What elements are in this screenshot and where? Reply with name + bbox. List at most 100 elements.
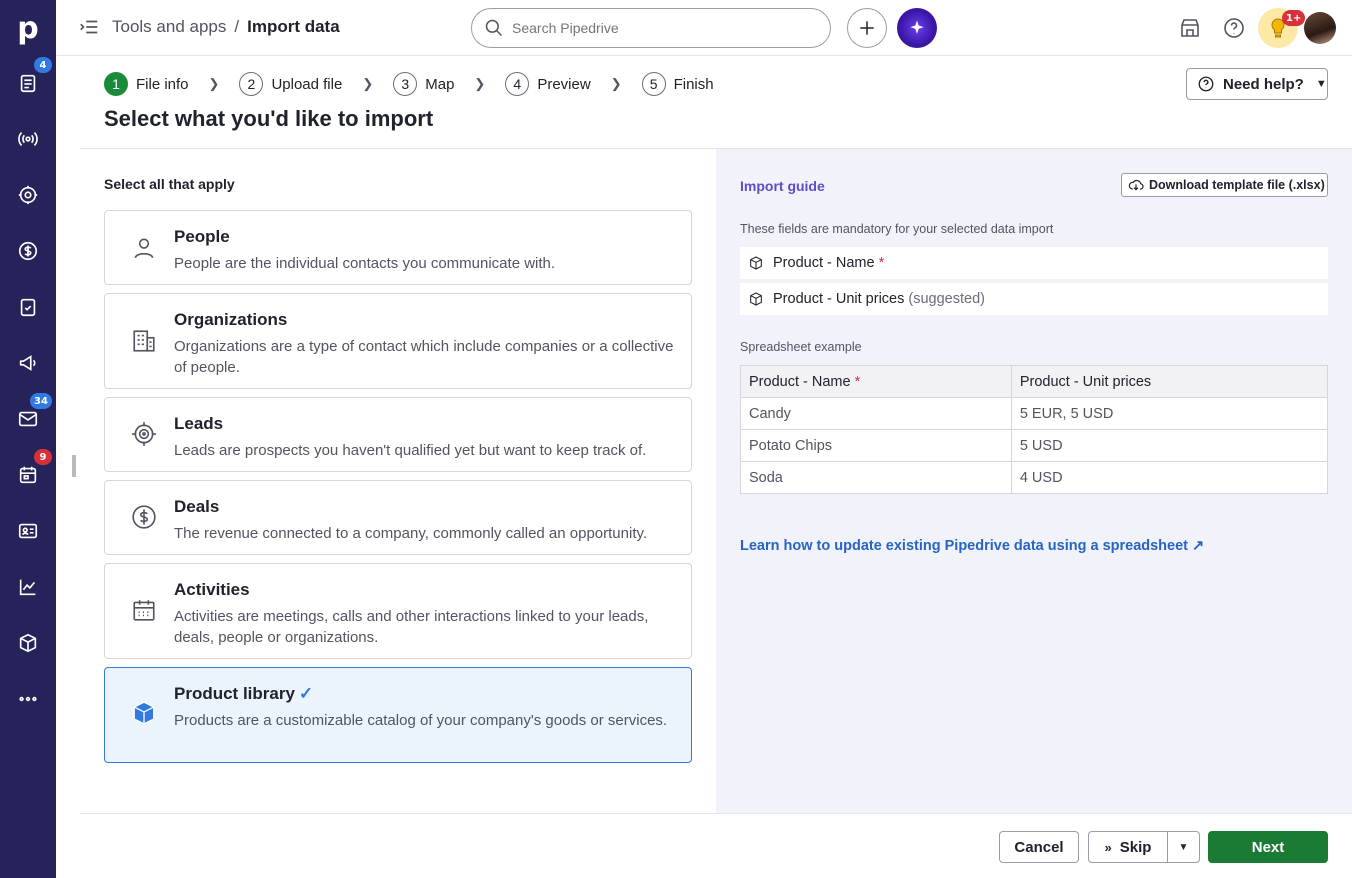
wizard-footer: Cancel » Skip ▼ Next — [80, 813, 1352, 878]
step-number: 5 — [641, 72, 666, 96]
activities-nav[interactable] — [0, 287, 56, 327]
mail-nav[interactable]: 34 — [0, 393, 56, 439]
person-icon — [131, 235, 157, 261]
deals-nav[interactable] — [0, 231, 56, 271]
step-number: 3 — [393, 72, 418, 96]
ai-assistant-button[interactable] — [897, 8, 937, 48]
option-description: Organizations are a type of contact whic… — [174, 338, 674, 376]
option-people[interactable]: People People are the individual contact… — [104, 210, 692, 285]
option-organizations[interactable]: Organizations Organizations are a type o… — [104, 293, 692, 389]
chevron-right-icon: ❯ — [362, 76, 374, 91]
contact-card-icon — [18, 523, 38, 539]
field-note: (suggested) — [908, 291, 985, 307]
step-number: 4 — [505, 72, 530, 96]
calendar-nav[interactable]: 9 — [0, 449, 56, 495]
dollar-icon — [131, 504, 157, 530]
more-nav[interactable] — [0, 679, 56, 719]
field-name: Product - Unit prices — [773, 291, 905, 307]
option-deals[interactable]: Deals The revenue connected to a company… — [104, 480, 692, 555]
campaigns-nav[interactable] — [0, 343, 56, 383]
required-mark: * — [854, 373, 861, 390]
table-cell: Potato Chips — [740, 429, 1012, 462]
insights-nav[interactable] — [0, 567, 56, 607]
sparkle-icon — [910, 20, 924, 34]
option-description: The revenue connected to a company, comm… — [174, 525, 648, 542]
import-guide-title: Import guide — [740, 178, 825, 194]
mandatory-field-row: Product - Name * — [740, 247, 1328, 279]
mandatory-field-row: Product - Unit prices (suggested) — [740, 283, 1328, 315]
step-label: Upload file — [271, 75, 343, 93]
cancel-button[interactable]: Cancel — [999, 831, 1079, 863]
clipboard-list-icon — [20, 74, 36, 93]
table-row: Soda 4 USD — [740, 461, 1329, 494]
option-description: People are the individual contacts you c… — [174, 255, 556, 272]
option-activities[interactable]: Activities Activities are meetings, call… — [104, 563, 692, 659]
step-map: 3 Map — [393, 72, 454, 96]
step-upload-file: 2 Upload file — [239, 72, 342, 96]
deals-list-nav[interactable]: 4 — [0, 57, 56, 103]
skip-dropdown-button[interactable]: ▼ — [1167, 831, 1200, 863]
table-row: Candy 5 EUR, 5 USD — [740, 397, 1329, 430]
column-header: Product - Name * — [740, 365, 1012, 398]
mandatory-fields-label: These fields are mandatory for your sele… — [740, 222, 1054, 236]
contacts-nav[interactable] — [0, 511, 56, 551]
step-label: Preview — [537, 75, 591, 93]
learn-more-link[interactable]: Learn how to update existing Pipedrive d… — [740, 538, 1204, 554]
next-button[interactable]: Next — [1208, 831, 1328, 863]
products-nav[interactable] — [0, 623, 56, 663]
required-mark: * — [878, 255, 885, 271]
tips-button[interactable]: 1+ — [1258, 8, 1306, 48]
leads-inbox-nav[interactable] — [0, 119, 56, 159]
search-icon — [485, 19, 503, 37]
calendar-icon — [131, 597, 157, 623]
box-icon — [19, 633, 37, 653]
step-label: Map — [425, 75, 455, 93]
option-title: People — [174, 227, 230, 246]
search-input[interactable] — [512, 20, 812, 36]
target-icon — [131, 421, 157, 447]
breadcrumb-current: Import data — [247, 17, 340, 36]
top-bar: Tools and apps / Import data 1+ — [56, 0, 1352, 56]
deals-badge: 4 — [34, 57, 52, 73]
plus-icon — [860, 21, 874, 35]
import-stepper: 1 File info ❯ 2 Upload file ❯ 3 Map ❯ 4 … — [104, 72, 714, 96]
download-template-button[interactable]: Download template file (.xlsx) — [1121, 173, 1328, 197]
table-cell: 5 EUR, 5 USD — [1010, 397, 1329, 430]
need-help-button[interactable]: Need help? ▼ — [1186, 68, 1328, 100]
marketplace-button[interactable] — [1178, 16, 1202, 40]
dollar-icon — [18, 241, 38, 261]
option-product-library[interactable]: Product library ✓ Products are a customiz… — [104, 667, 692, 763]
clipboard-check-icon — [20, 298, 36, 317]
table-cell: 5 USD — [1010, 429, 1329, 462]
option-leads[interactable]: Leads Leads are prospects you haven't qu… — [104, 397, 692, 472]
chevron-right-icon: ❯ — [610, 76, 622, 91]
sidebar-resize-handle[interactable] — [72, 455, 76, 477]
calendar-badge: 9 — [34, 449, 52, 465]
calendar-icon — [19, 466, 37, 484]
step-number: 2 — [239, 72, 264, 96]
breadcrumb-parent[interactable]: Tools and apps — [112, 17, 226, 37]
caret-down-icon: ▼ — [1178, 841, 1189, 853]
chart-line-icon — [19, 579, 36, 596]
user-avatar[interactable] — [1304, 12, 1336, 44]
menu-toggle-button[interactable] — [78, 16, 100, 38]
store-icon — [1181, 19, 1199, 37]
checkmark-icon: ✓ — [298, 684, 314, 703]
option-description: Products are a customizable catalog of y… — [174, 712, 668, 729]
menu-collapse-icon — [80, 20, 98, 34]
step-file-info: 1 File info — [104, 72, 189, 96]
table-row: Potato Chips 5 USD — [740, 429, 1329, 462]
target-nav[interactable] — [0, 175, 56, 215]
step-label: Finish — [673, 75, 714, 93]
search-box[interactable] — [471, 8, 831, 48]
table-header-row: Product - Name * Product - Unit prices — [740, 365, 1329, 398]
help-center-button[interactable] — [1222, 16, 1246, 40]
option-description: Leads are prospects you haven't qualifie… — [174, 442, 647, 459]
building-icon — [131, 328, 157, 354]
pipedrive-logo[interactable]: p — [0, 6, 56, 50]
option-title: Deals — [174, 497, 220, 516]
skip-button[interactable]: » Skip — [1088, 831, 1168, 863]
quick-add-button[interactable] — [847, 8, 887, 48]
more-dots-icon — [19, 696, 37, 702]
option-title: Activities — [174, 580, 250, 599]
